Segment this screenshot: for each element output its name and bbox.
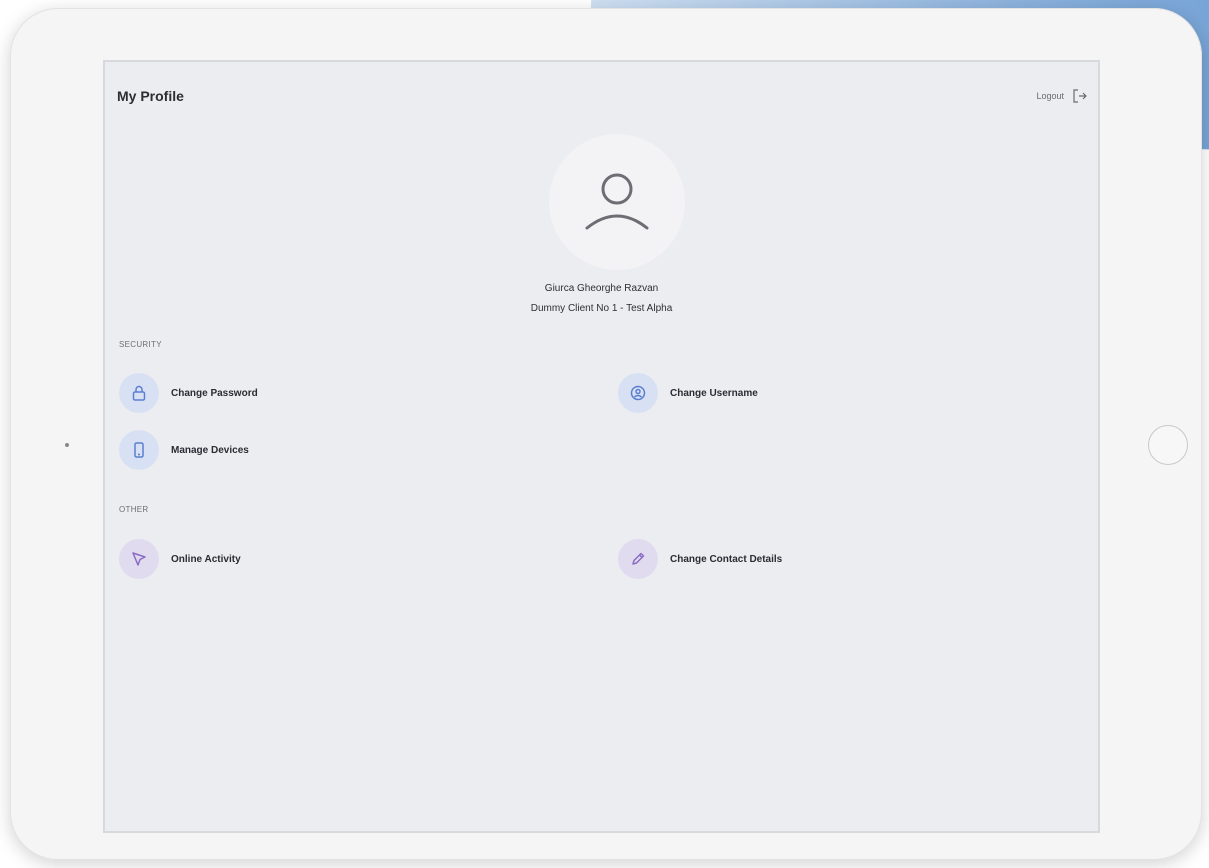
client-name: Dummy Client No 1 - Test Alpha [530,303,673,314]
manage-devices-label: Manage Devices [171,444,249,456]
user-name: Giurca Gheorghe Razvan [544,283,659,294]
manage-devices-icon-circle [119,430,159,470]
home-button[interactable] [1148,425,1188,465]
page-title: My Profile [117,88,184,104]
change-username-icon-circle [618,373,658,413]
online-activity-icon-circle [119,539,159,579]
lock-icon [132,385,146,401]
profile-screen: My Profile Logout Giurca Gheorghe Razvan… [103,60,1100,833]
camera-dot [65,443,69,447]
change-username-label: Change Username [670,387,758,399]
section-security-label: SECURITY [119,340,162,349]
change-password-button[interactable]: Change Password [119,373,258,413]
user-avatar-icon [585,173,649,230]
change-contact-details-button[interactable]: Change Contact Details [618,539,782,579]
change-username-button[interactable]: Change Username [618,373,758,413]
logout-icon [1073,89,1087,103]
change-contact-details-label: Change Contact Details [670,553,783,565]
manage-devices-button[interactable]: Manage Devices [119,430,249,470]
tablet-frame: My Profile Logout Giurca Gheorghe Razvan… [10,8,1202,860]
user-circle-icon [630,385,646,401]
online-activity-label: Online Activity [171,553,241,565]
change-contact-details-icon-circle [618,539,658,579]
avatar[interactable] [549,134,685,270]
cursor-icon [132,552,146,566]
section-other-label: OTHER [119,505,149,514]
change-password-icon-circle [119,373,159,413]
online-activity-button[interactable]: Online Activity [119,539,241,579]
logout-button[interactable]: Logout [1036,88,1088,104]
logout-label: Logout [1036,91,1064,101]
change-password-label: Change Password [171,387,258,399]
pencil-icon [632,552,645,565]
phone-icon [134,442,144,458]
